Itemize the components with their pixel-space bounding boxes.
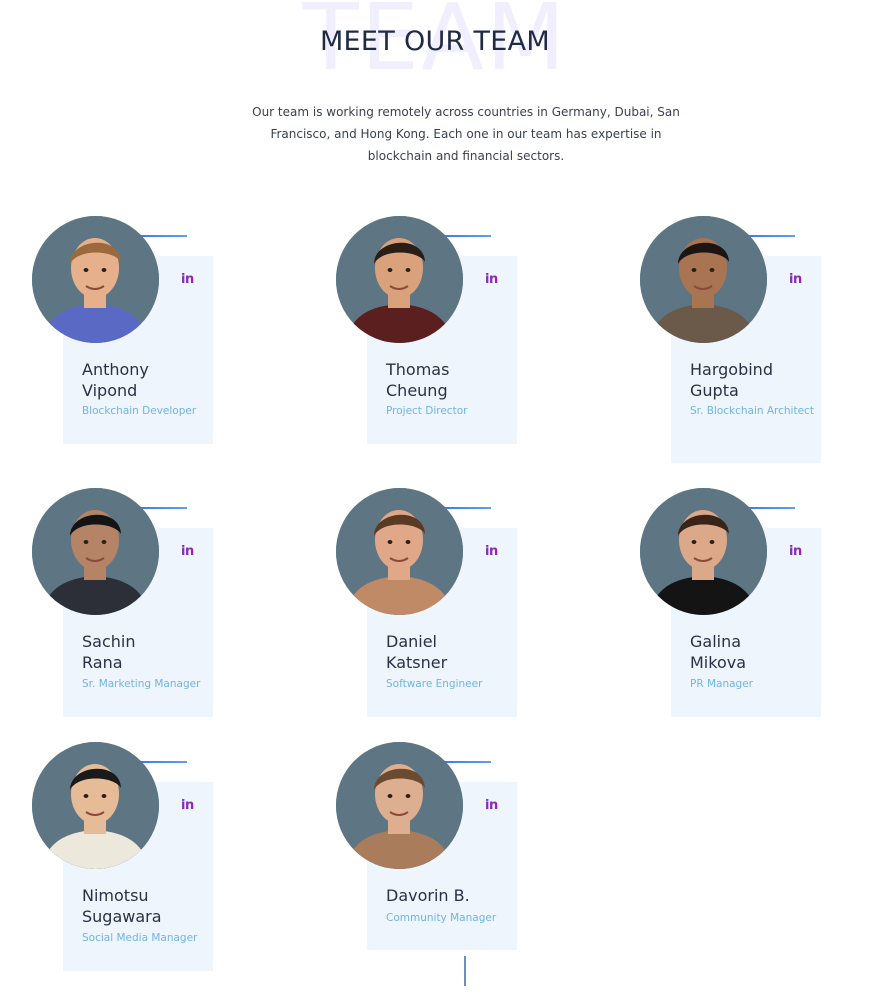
avatar [32,742,159,869]
team-member-card: in Sachin Rana Sr. Marketing Manager [31,488,231,748]
team-member-card: in Hargobind Gupta Sr. Blockchain Archit… [639,216,839,476]
avatar [640,216,767,343]
member-role: Social Media Manager [82,932,198,944]
member-name-line1: Thomas [386,360,450,379]
linkedin-icon[interactable]: in [181,272,194,287]
avatar [336,488,463,615]
member-name: Anthony Vipond [82,359,212,401]
team-member-card: in Daniel Katsner Software Engineer [335,488,535,748]
member-role: Project Director [386,405,468,417]
linkedin-icon[interactable]: in [485,272,498,287]
member-name: Hargobind Gupta [690,359,820,401]
member-name-line1: Davorin B. [386,886,470,905]
member-name-line1: Sachin [82,632,136,651]
section-description: Our team is working remotely across coun… [252,105,680,163]
member-name-line2: Mikova [690,653,747,672]
team-member-card: in Davorin B. Community Manager [335,742,535,1002]
member-name-line2: Vipond [82,381,138,400]
member-name-line1: Nimotsu [82,886,149,905]
team-member-card: in Galina Mikova PR Manager [639,488,839,748]
linkedin-icon[interactable]: in [485,544,498,559]
linkedin-icon[interactable]: in [181,544,194,559]
team-member-card: in Thomas Cheung Project Director [335,216,535,476]
member-name: Sachin Rana [82,631,212,673]
member-name-line2: Rana [82,653,123,672]
linkedin-icon[interactable]: in [485,798,498,813]
avatar [32,216,159,343]
member-name-line1: Anthony [82,360,149,379]
member-role: Sr. Marketing Manager [82,678,201,690]
timeline-connector [464,956,466,986]
avatar [32,488,159,615]
linkedin-icon[interactable]: in [789,544,802,559]
avatar [336,216,463,343]
member-role: Software Engineer [386,678,483,690]
member-name: Nimotsu Sugawara [82,885,212,927]
member-name: Davorin B. [386,885,516,906]
avatar [640,488,767,615]
member-role: Community Manager [386,912,497,924]
avatar [336,742,463,869]
member-name-line1: Hargobind [690,360,773,379]
member-name-line2: Sugawara [82,907,162,926]
member-name: Thomas Cheung [386,359,516,401]
linkedin-icon[interactable]: in [789,272,802,287]
member-name-line2: Cheung [386,381,448,400]
member-role: Sr. Blockchain Architect [690,405,814,417]
team-member-card: in Nimotsu Sugawara Social Media Manager [31,742,231,1002]
member-name-line2: Gupta [690,381,739,400]
linkedin-icon[interactable]: in [181,798,194,813]
member-name-line1: Galina [690,632,742,651]
member-name-line1: Daniel [386,632,437,651]
member-role: PR Manager [690,678,753,690]
section-title: MEET OUR TEAM [319,26,551,57]
member-name: Daniel Katsner [386,631,516,673]
member-role: Blockchain Developer [82,405,197,417]
member-name-line2: Katsner [386,653,448,672]
member-name: Galina Mikova [690,631,820,673]
team-member-card: in Anthony Vipond Blockchain Developer [31,216,231,476]
